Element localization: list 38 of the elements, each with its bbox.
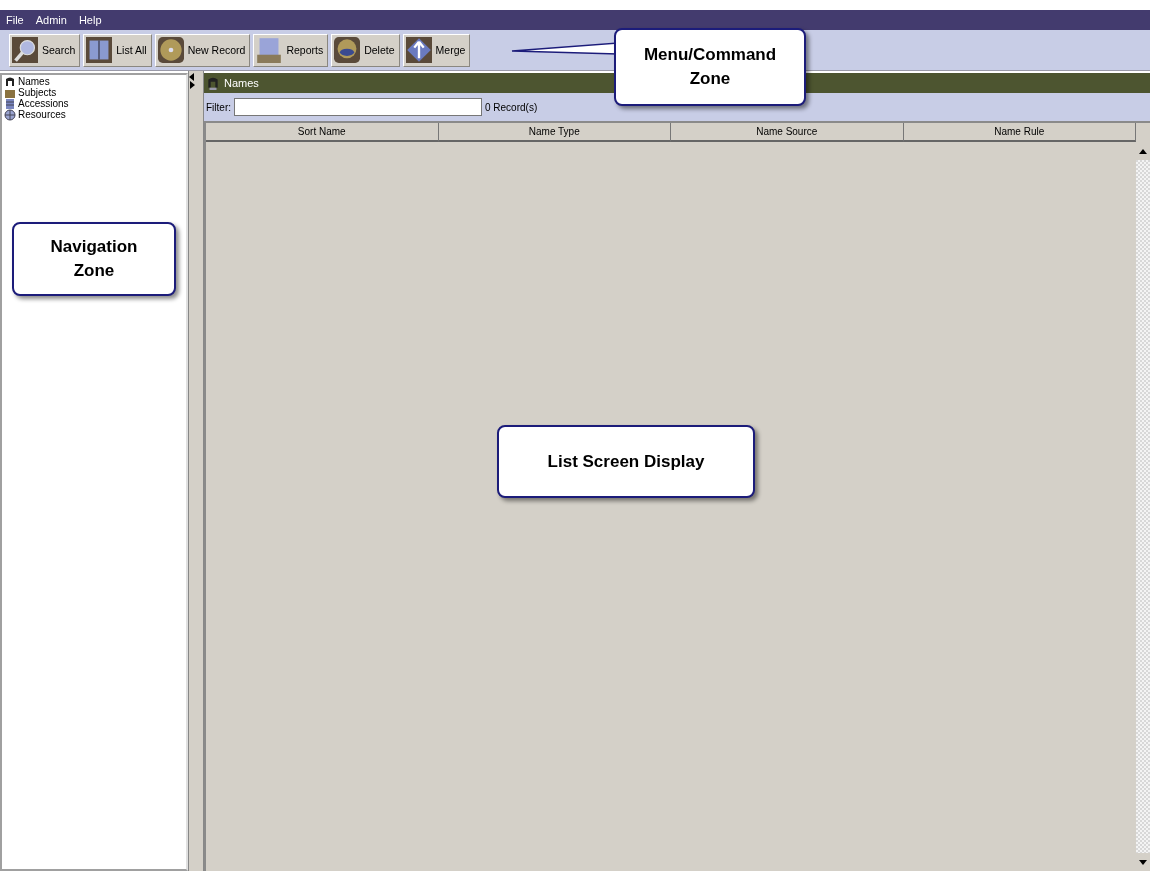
menu-item[interactable]: Admin <box>35 14 67 26</box>
person-icon <box>206 76 220 90</box>
toolbar-button[interactable]: Delete <box>331 33 400 67</box>
disc-icon <box>157 37 184 63</box>
toolbar-button[interactable]: Merge <box>402 33 471 67</box>
navigation-item[interactable]: Subjects <box>4 87 184 98</box>
arrow-icon <box>405 37 432 63</box>
column-header[interactable]: Name Source <box>671 123 904 142</box>
panel-title: Names <box>224 77 259 89</box>
book-icon <box>86 37 113 63</box>
column-header[interactable]: Name Type <box>438 123 671 142</box>
navigation-item[interactable]: Accessions <box>4 98 184 109</box>
scrollbar[interactable] <box>1136 142 1150 871</box>
person-icon <box>4 75 16 88</box>
column-header[interactable]: Sort Name <box>206 123 439 142</box>
toolbar-button[interactable]: Reports <box>253 33 329 67</box>
bowl-icon <box>334 37 361 63</box>
callout: List Screen Display <box>497 425 755 498</box>
column-header[interactable]: Name Rule <box>903 123 1136 142</box>
collapse-arrows-icon[interactable] <box>189 73 195 89</box>
menu-item[interactable]: File <box>6 14 24 26</box>
record-count: 0 Record(s) <box>485 101 538 113</box>
toolbar-button[interactable]: List All <box>83 33 152 67</box>
document-icon <box>256 37 283 63</box>
filter-field[interactable] <box>234 98 482 116</box>
callout: Menu/Command Zone <box>614 28 806 106</box>
scroll-down-icon[interactable] <box>1139 859 1147 865</box>
menu-item[interactable]: Help <box>78 14 102 26</box>
toolbar-button[interactable]: Search <box>9 33 81 67</box>
navigation-item[interactable]: Names <box>4 76 184 87</box>
toolbar-button[interactable]: New Record <box>154 33 251 67</box>
callout: Navigation Zone <box>12 222 176 296</box>
navigation-item[interactable]: Resources <box>4 109 184 120</box>
scroll-up-icon[interactable] <box>1139 148 1147 154</box>
file-icon <box>4 97 16 110</box>
filter-label: Filter: <box>206 101 231 113</box>
search-icon <box>12 37 38 63</box>
globe-icon <box>4 108 16 121</box>
